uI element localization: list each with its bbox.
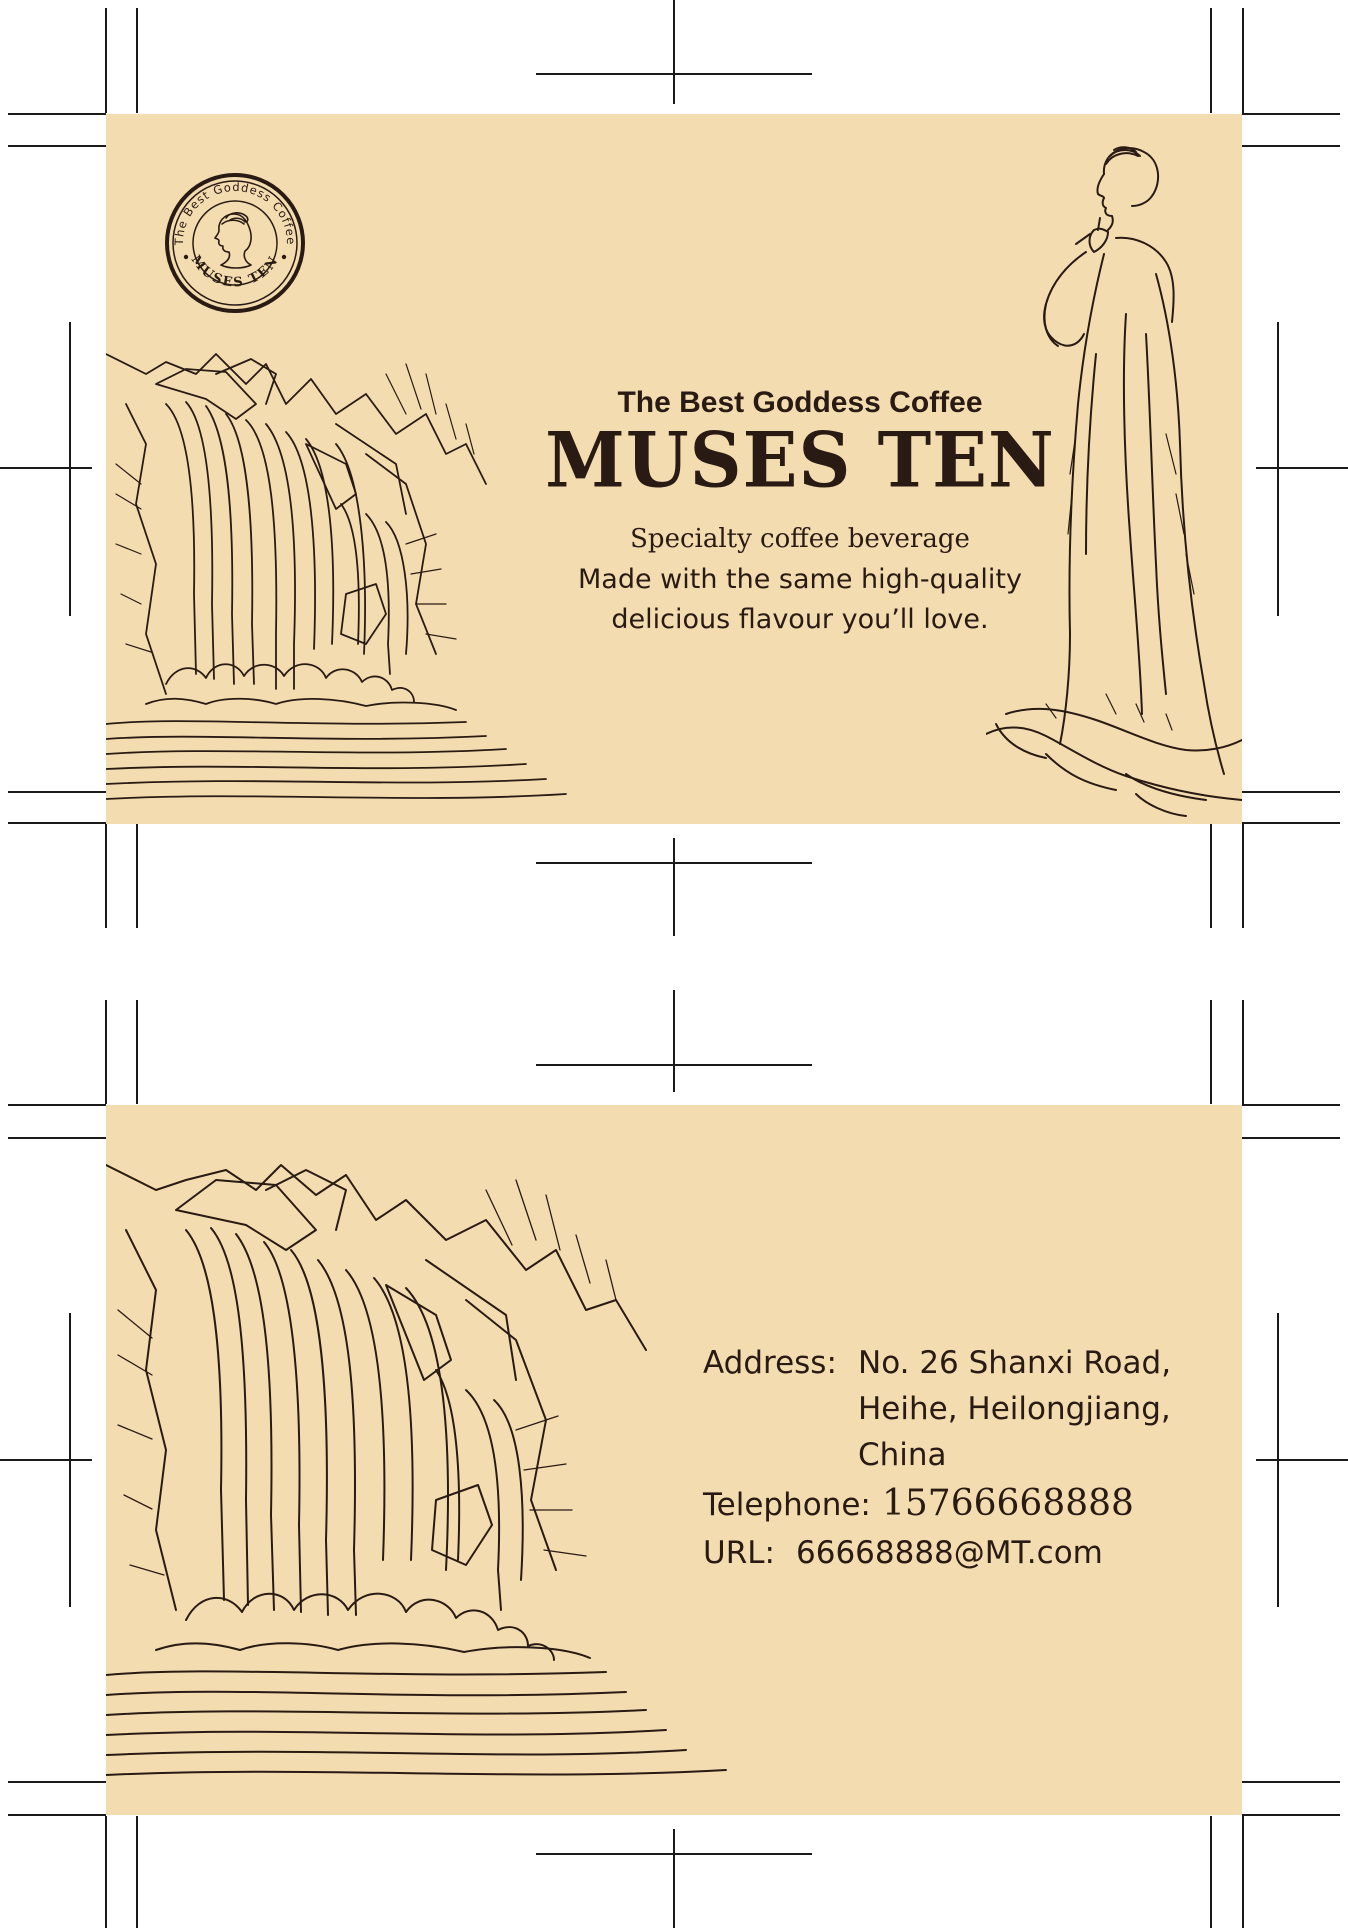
telephone-number: 15766668888 — [882, 1483, 1134, 1524]
crop-mark — [105, 1000, 107, 1104]
registration-mark — [536, 1064, 812, 1066]
telephone-label: Telephone: — [703, 1487, 871, 1523]
crop-mark — [105, 1816, 107, 1928]
registration-mark — [536, 73, 812, 75]
registration-mark — [1277, 322, 1279, 616]
registration-mark — [69, 322, 71, 616]
crop-mark — [8, 791, 106, 793]
crop-mark — [1242, 1137, 1340, 1139]
crop-mark — [1242, 824, 1244, 928]
seal-logo: The Best Goddess Coffee MUSES TEN — [165, 173, 305, 313]
crop-mark — [1242, 791, 1340, 793]
registration-mark — [0, 467, 92, 469]
crop-mark — [1242, 8, 1244, 113]
registration-mark — [673, 990, 675, 1092]
crop-mark — [1242, 1104, 1340, 1106]
registration-mark — [536, 1853, 812, 1855]
address-line-2: Heihe, Heilongjiang, — [858, 1391, 1171, 1427]
crop-mark — [8, 1137, 106, 1139]
registration-mark — [673, 1829, 675, 1928]
crop-mark — [1210, 1816, 1212, 1928]
copy-line-1: Specialty coffee beverage — [630, 524, 970, 554]
registration-mark — [673, 838, 675, 936]
copy-line-3: delicious flavour you’ll love. — [611, 604, 989, 635]
copy-line-2: Made with the same high-quality — [577, 564, 1022, 595]
crop-mark — [8, 1104, 106, 1106]
crop-mark — [136, 1000, 138, 1104]
address-line-3: China — [858, 1437, 947, 1473]
crop-mark — [1242, 113, 1340, 115]
url-value: 66668888@MT.com — [796, 1535, 1103, 1571]
crop-mark — [105, 824, 107, 928]
crop-mark — [136, 1816, 138, 1928]
crop-mark — [8, 822, 106, 824]
crop-mark — [1242, 1000, 1244, 1104]
crop-mark — [8, 1781, 106, 1783]
crop-mark — [1242, 822, 1340, 824]
seal-bottom-text: MUSES TEN — [188, 253, 281, 291]
business-card-front: The Best Goddess Coffee MUSES TEN The Be… — [106, 114, 1242, 824]
crop-mark — [1242, 1814, 1340, 1816]
crop-mark — [136, 824, 138, 928]
crop-mark — [1242, 1781, 1340, 1783]
crop-mark — [8, 113, 106, 115]
crop-mark — [8, 1814, 106, 1816]
registration-mark — [673, 0, 675, 104]
business-card-back: Address: No. 26 Shanxi Road, Heihe, Heil… — [106, 1105, 1242, 1815]
crop-mark — [1210, 8, 1212, 113]
crop-mark — [105, 8, 107, 113]
crop-mark — [1210, 824, 1212, 928]
crop-mark — [136, 8, 138, 113]
crop-mark — [1242, 1816, 1244, 1928]
url-label: URL: — [703, 1535, 775, 1571]
address-line-1: No. 26 Shanxi Road, — [858, 1345, 1172, 1381]
crop-mark — [1210, 1000, 1212, 1104]
crop-mark — [1242, 145, 1340, 147]
waterfall-illustration-large — [106, 1164, 727, 1776]
registration-mark — [0, 1459, 92, 1461]
crop-mark — [8, 145, 106, 147]
address-label: Address: — [703, 1345, 837, 1381]
registration-mark — [536, 862, 812, 864]
svg-text:MUSES TEN: MUSES TEN — [188, 253, 283, 291]
registration-mark — [1256, 1459, 1348, 1461]
brand-name: MUSES TEN — [545, 414, 1055, 505]
registration-mark — [1256, 467, 1348, 469]
